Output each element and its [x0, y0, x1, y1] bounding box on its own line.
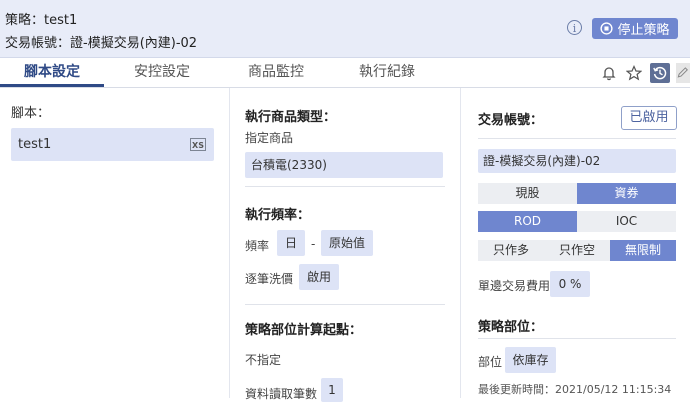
order-option-ioc[interactable]: IOC: [577, 211, 676, 232]
fee-label: 單邊交易費用: [478, 279, 551, 293]
edit-icon[interactable]: [676, 63, 690, 83]
xs-icon: XS: [190, 138, 206, 151]
tab-product-monitor[interactable]: 商品監控: [226, 58, 326, 86]
direction-option-unlimited[interactable]: 無限制: [610, 240, 676, 261]
market-option-spot[interactable]: 現股: [478, 183, 577, 204]
position-select[interactable]: 依庫存: [505, 347, 556, 373]
frequency-dash: -: [311, 237, 316, 251]
tab-risk-settings[interactable]: 安控設定: [112, 58, 212, 86]
position-label: 部位: [478, 355, 503, 369]
divider: [245, 304, 445, 305]
script-item-name: test1: [18, 137, 52, 152]
order-type-segment: ROD IOC: [478, 211, 676, 232]
product-type-title: 執行商品類型：: [245, 110, 337, 125]
script-item[interactable]: test1 XS: [11, 128, 214, 161]
wash-toggle[interactable]: 啟用: [299, 264, 339, 290]
position-start-value: 不指定: [245, 353, 282, 367]
info-icon[interactable]: i: [567, 20, 582, 35]
strategy-line: 策略：test1: [5, 9, 77, 28]
script-panel: 腳本： test1 XS: [0, 88, 230, 398]
product-chip[interactable]: 台積電(2330): [245, 152, 443, 178]
account-panel: 交易帳號： 已啟用 證-模擬交易(內建)-02 現股 資券 ROD IOC 只作…: [461, 88, 690, 398]
strategy-label: 策略：: [5, 13, 45, 28]
account-line: 交易帳號：證-模擬交易(內建)-02: [5, 32, 197, 51]
position-title: 策略部位：: [478, 320, 544, 335]
tab-execution-log[interactable]: 執行紀錄: [337, 58, 437, 86]
tab-script-settings[interactable]: 腳本設定: [0, 58, 104, 87]
history-icon[interactable]: [650, 63, 670, 83]
divider: [478, 138, 676, 139]
product-type-value: 指定商品: [245, 131, 294, 145]
fee-input[interactable]: 0 %: [550, 271, 590, 297]
direction-option-short[interactable]: 只作空: [544, 240, 610, 261]
account-name: 證-模擬交易(內建)-02: [70, 36, 198, 51]
tab-bar: 腳本設定 安控設定 商品監控 執行紀錄: [0, 58, 690, 88]
star-icon[interactable]: [625, 64, 643, 82]
frequency-label: 頻率: [245, 239, 270, 253]
account-title: 交易帳號：: [478, 113, 544, 128]
frequency-unit-select[interactable]: 日: [277, 230, 305, 256]
enabled-button[interactable]: 已啟用: [621, 106, 677, 130]
last-updated: 最後更新時間：2021/05/12 11:15:34: [478, 383, 672, 396]
direction-segment: 只作多 只作空 無限制: [478, 240, 676, 261]
market-segment: 現股 資券: [478, 183, 676, 204]
stop-strategy-button[interactable]: 停止策略: [592, 18, 678, 39]
market-option-margin[interactable]: 資券: [577, 183, 676, 204]
divider: [245, 186, 445, 187]
stop-strategy-label: 停止策略: [617, 23, 670, 38]
frequency-title: 執行頻率：: [245, 208, 311, 223]
frequency-source-select[interactable]: 原始值: [321, 230, 373, 256]
position-start-title: 策略部位計算起點：: [245, 323, 363, 338]
strategy-header: 策略：test1 交易帳號：證-模擬交易(內建)-02 i 停止策略: [0, 0, 690, 58]
read-count-label: 資料讀取筆數: [245, 387, 318, 401]
read-count-input[interactable]: 1: [321, 378, 343, 402]
wash-label: 逐筆洗價: [245, 272, 294, 286]
stop-icon: [600, 22, 614, 35]
account-label: 交易帳號：: [5, 36, 71, 51]
bell-icon[interactable]: [600, 64, 618, 82]
product-panel: 執行商品類型： 指定商品 台積電(2330) 執行頻率： 頻率 日 - 原始值 …: [230, 88, 461, 402]
direction-option-long[interactable]: 只作多: [478, 240, 544, 261]
divider: [478, 338, 676, 339]
account-chip[interactable]: 證-模擬交易(內建)-02: [478, 149, 676, 173]
order-option-rod[interactable]: ROD: [478, 211, 577, 232]
script-title: 腳本：: [11, 106, 51, 121]
strategy-name: test1: [44, 13, 78, 28]
